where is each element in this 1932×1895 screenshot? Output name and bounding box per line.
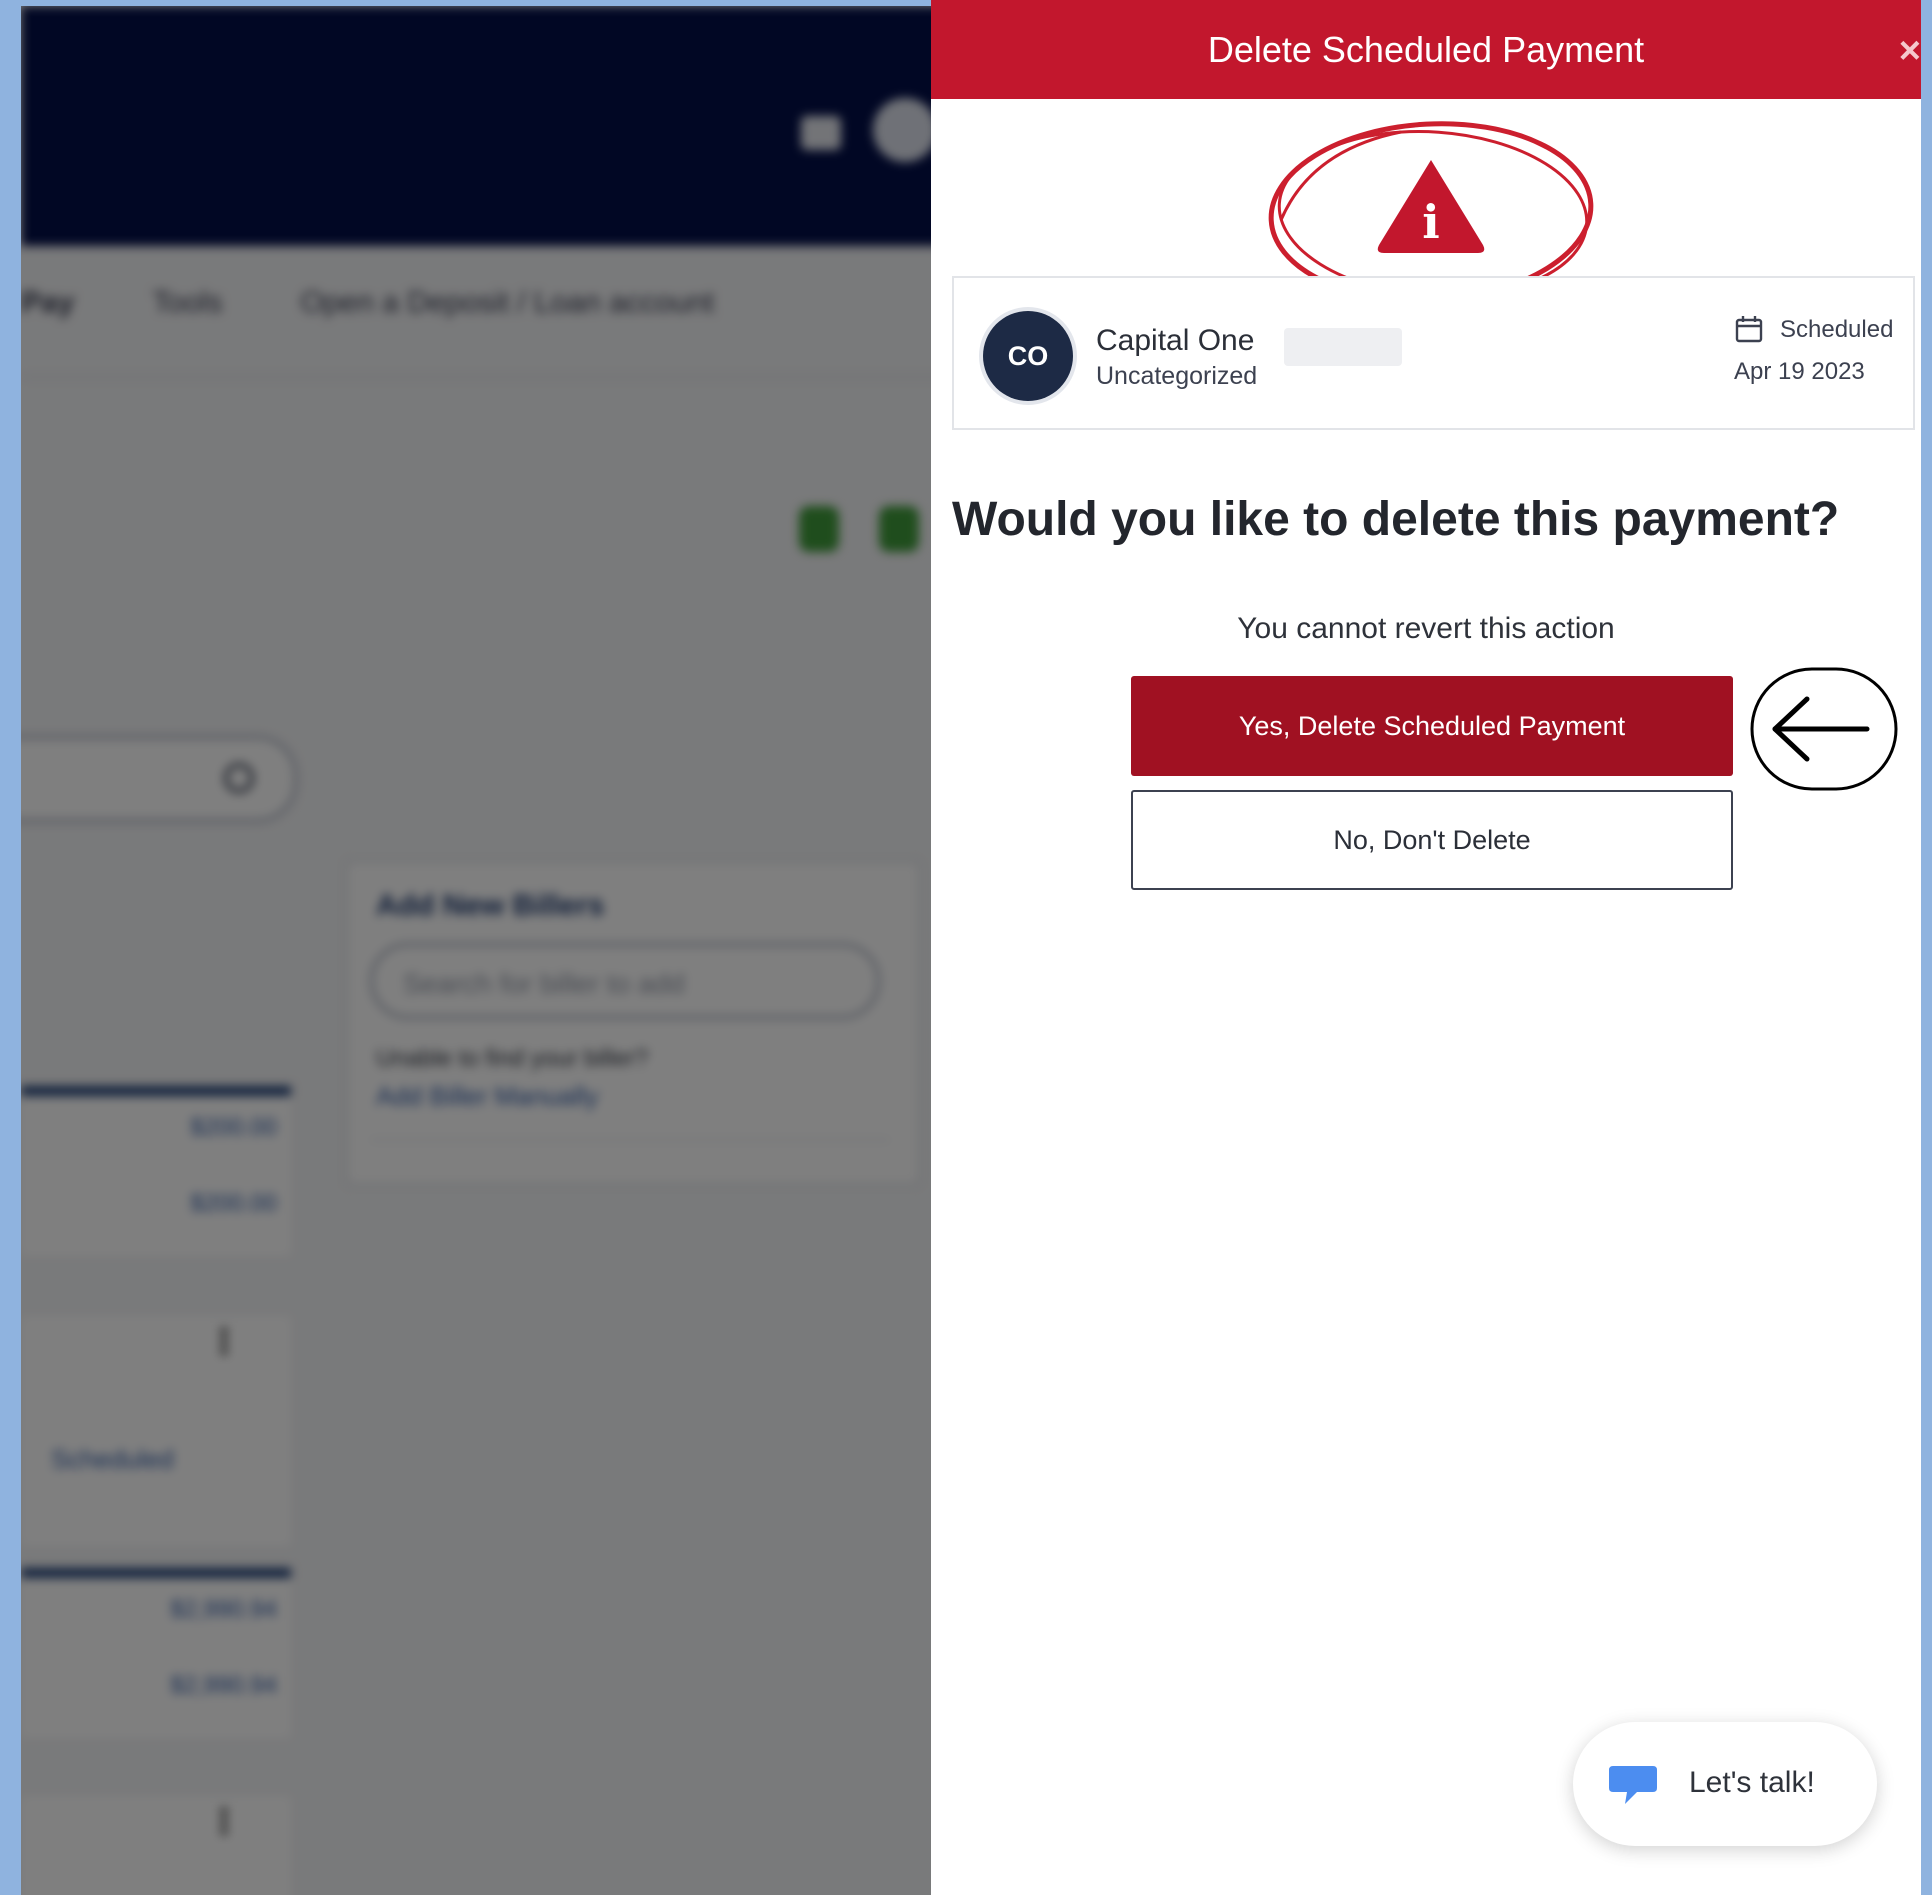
modal-title: Delete Scheduled Payment bbox=[1207, 28, 1645, 70]
calendar-icon bbox=[1735, 316, 1763, 343]
confirm-delete-button[interactable]: Yes, Delete Scheduled Payment bbox=[1131, 676, 1733, 776]
modal-header: Delete Scheduled Payment × bbox=[931, 0, 1921, 99]
payee-name: Capital One bbox=[1096, 324, 1255, 357]
annotation-arrow-icon bbox=[1750, 667, 1898, 791]
warning-glyph: i bbox=[1422, 195, 1439, 249]
irreversible-warning-text: You cannot revert this action bbox=[1237, 612, 1615, 645]
redacted-account-number bbox=[1284, 328, 1402, 366]
payee-category: Uncategorized bbox=[1096, 362, 1258, 390]
delete-payment-modal: Delete Scheduled Payment × i CO Capital … bbox=[931, 0, 1921, 1895]
delete-question-heading: Would you like to delete this payment? bbox=[952, 493, 1840, 546]
close-icon[interactable]: × bbox=[1899, 30, 1921, 73]
payment-status: Scheduled bbox=[1780, 316, 1894, 343]
cancel-delete-button[interactable]: No, Don't Delete bbox=[1131, 790, 1733, 890]
chat-label: Let's talk! bbox=[1689, 1766, 1815, 1799]
chat-bubble-icon bbox=[1609, 1766, 1657, 1804]
chat-launcher-button[interactable]: Let's talk! bbox=[1573, 1722, 1877, 1846]
payee-avatar: CO bbox=[983, 311, 1073, 401]
annotation-stroke bbox=[1279, 130, 1402, 221]
payment-summary-card: CO Capital One Uncategorized Scheduled A… bbox=[952, 276, 1915, 430]
payment-date: Apr 19 2023 bbox=[1734, 358, 1865, 385]
